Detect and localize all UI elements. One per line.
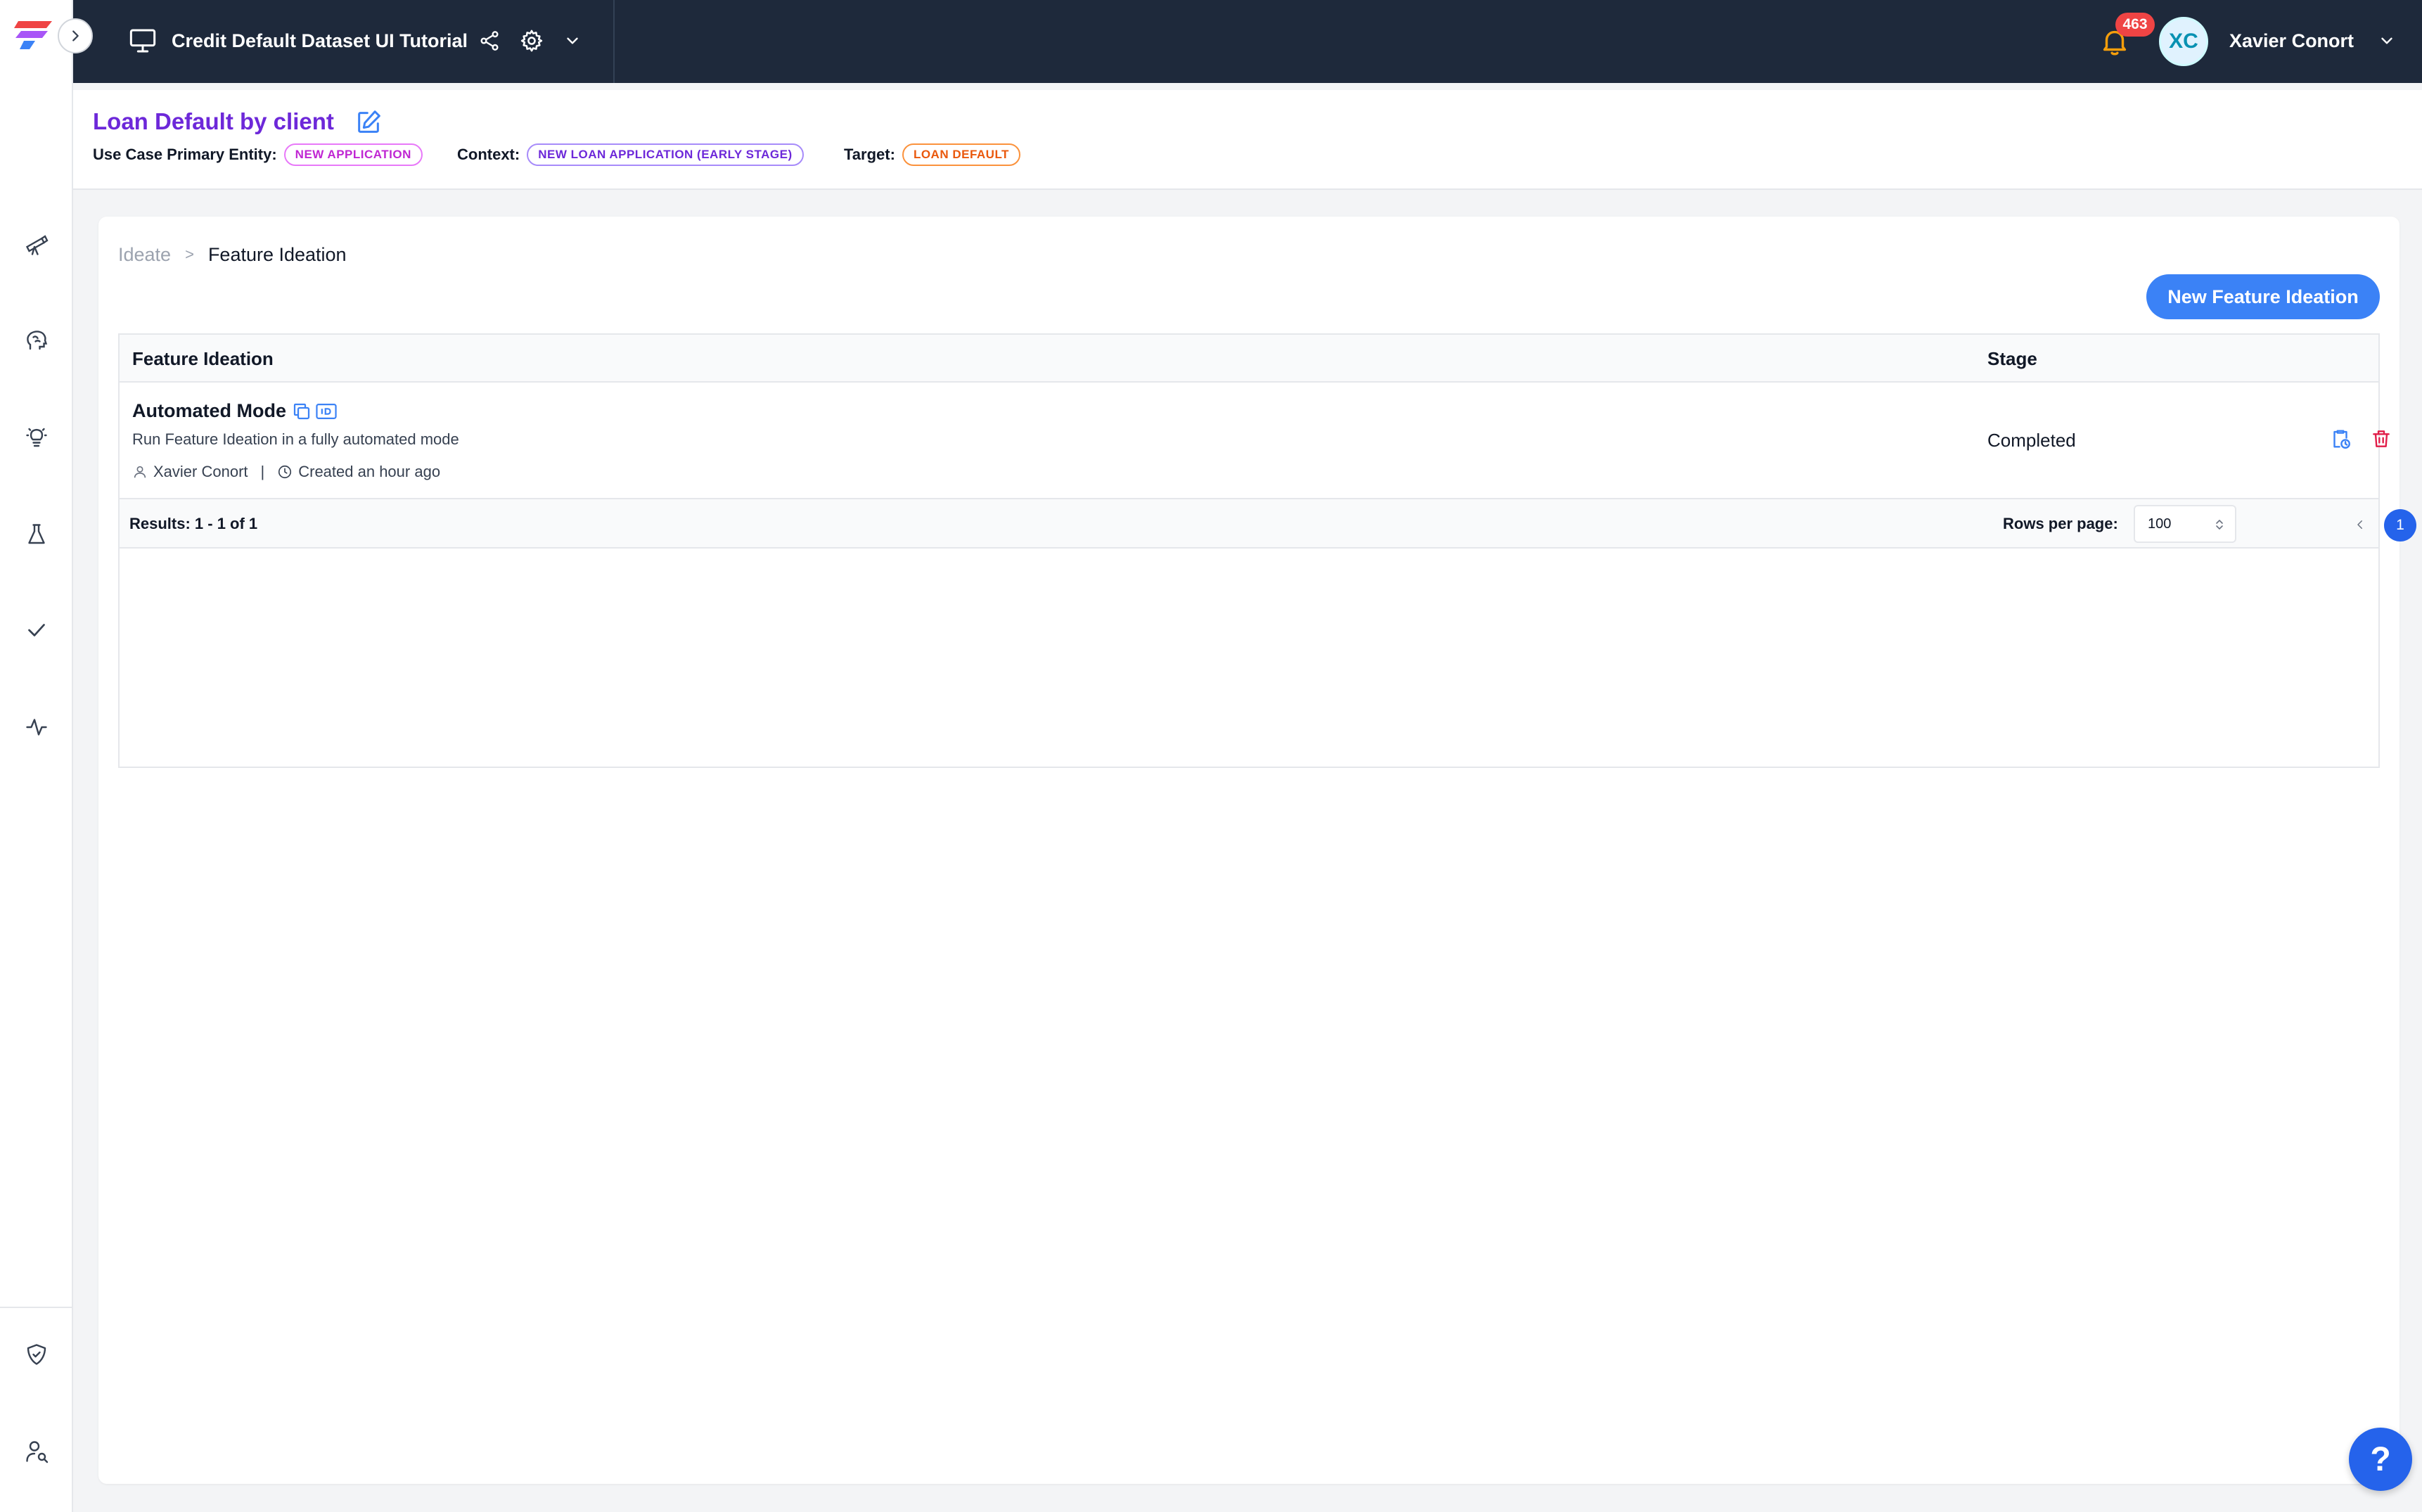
- lightbulb-icon: [26, 428, 47, 447]
- flask-icon: [28, 524, 45, 544]
- results-count: Results: 1 - 1 of 1: [129, 515, 258, 532]
- trash-icon: [2373, 430, 2390, 447]
- monitor-icon: [129, 29, 156, 53]
- chevron-down-icon: [2381, 37, 2392, 44]
- column-header-stage[interactable]: Stage: [1987, 347, 2037, 370]
- expand-sidebar-button[interactable]: [58, 18, 93, 53]
- ideation-name[interactable]: Automated Mode: [132, 397, 286, 425]
- clock-icon: [278, 465, 292, 479]
- view-report-button[interactable]: [2326, 425, 2354, 453]
- ideation-created: Created an hour ago: [298, 463, 441, 480]
- chevron-left-icon: [2357, 520, 2362, 529]
- table-row[interactable]: Automated Mode Run Feature Ideation in a…: [120, 383, 2390, 499]
- share-button[interactable]: [475, 27, 504, 55]
- content-card: Ideate > Feature Ideation New Feature Id…: [98, 217, 2416, 1484]
- ideation-stage: Completed: [1987, 430, 2076, 451]
- chevron-right-icon: [72, 30, 79, 41]
- pulse-icon: [26, 719, 47, 736]
- sidebar-item-monitor[interactable]: [0, 705, 73, 750]
- id-icon[interactable]: [315, 401, 338, 422]
- project-title[interactable]: Credit Default Dataset UI Tutorial: [172, 27, 468, 55]
- share-icon: [480, 31, 499, 51]
- sidebar-item-user-search[interactable]: [0, 1429, 73, 1474]
- sidebar-item-experiment[interactable]: [0, 512, 73, 557]
- rows-per-page-select[interactable]: 100: [2134, 505, 2236, 543]
- sidebar-item-security[interactable]: [0, 1332, 73, 1377]
- table-footer: Results: 1 - 1 of 1 Rows per page: 100 1: [120, 499, 2416, 549]
- rows-per-page-label: Rows per page:: [2003, 515, 2118, 532]
- use-case-title[interactable]: Loan Default by client: [93, 105, 334, 138]
- copy-icon[interactable]: [291, 401, 312, 422]
- target-label: Target:: [844, 146, 895, 163]
- context-meta: Context: NEW LOAN APPLICATION (EARLY STA…: [457, 142, 804, 167]
- delete-button[interactable]: [2367, 425, 2395, 453]
- user-search-icon: [26, 1441, 49, 1463]
- ideation-meta: Xavier Conort | Created an hour ago: [132, 461, 440, 482]
- notification-badge[interactable]: 463: [2115, 13, 2155, 37]
- project-switcher: Credit Default Dataset UI Tutorial: [73, 0, 615, 83]
- sidebar-item-ideate[interactable]: [0, 415, 73, 460]
- clipboard-clock-icon: [2333, 430, 2350, 449]
- breadcrumb-ideate[interactable]: Ideate: [118, 241, 171, 269]
- top-bar: Credit Default Dataset UI Tutorial 463 X…: [73, 0, 2422, 83]
- breadcrumb: Ideate > Feature Ideation: [118, 241, 347, 269]
- left-rail: [0, 0, 93, 1512]
- previous-page-button[interactable]: [2346, 511, 2374, 539]
- sidebar-item-observe[interactable]: [0, 222, 73, 267]
- rows-per-page-value: 100: [2148, 516, 2172, 532]
- use-case-header: Loan Default by client Use Case Primary …: [73, 90, 2422, 190]
- brain-icon: [27, 331, 48, 350]
- column-header-feature-ideation[interactable]: Feature Ideation: [132, 347, 274, 370]
- target-badge[interactable]: LOAN DEFAULT: [902, 143, 1020, 166]
- context-badge[interactable]: NEW LOAN APPLICATION (EARLY STAGE): [527, 143, 804, 166]
- gear-icon: [520, 30, 543, 52]
- primary-entity-label: Use Case Primary Entity:: [93, 146, 277, 163]
- user-name[interactable]: Xavier Conort: [2229, 27, 2354, 55]
- feature-ideation-table: Feature Ideation Stage Automated Mode Ru…: [118, 333, 2416, 768]
- chevron-down-icon: [567, 37, 578, 44]
- edit-icon[interactable]: [354, 108, 383, 136]
- user-menu-dropdown[interactable]: [2373, 27, 2401, 55]
- new-feature-ideation-button[interactable]: New Feature Ideation: [2146, 274, 2380, 319]
- primary-entity-meta: Use Case Primary Entity: NEW APPLICATION: [93, 142, 423, 167]
- sidebar-item-approve[interactable]: [0, 608, 73, 653]
- settings-button[interactable]: [518, 27, 546, 55]
- telescope-icon: [25, 235, 49, 255]
- breadcrumb-separator: >: [185, 245, 194, 263]
- select-arrows-icon: [2216, 520, 2223, 530]
- target-meta: Target: LOAN DEFAULT: [844, 142, 1020, 167]
- sidebar-item-formulate[interactable]: [0, 318, 73, 363]
- project-menu-dropdown[interactable]: [558, 27, 587, 55]
- sidebar-divider: [0, 1307, 73, 1308]
- check-icon: [28, 624, 45, 636]
- ideation-description: Run Feature Ideation in a fully automate…: [132, 430, 459, 448]
- app-logo-icon[interactable]: [14, 17, 56, 53]
- context-label: Context:: [457, 146, 520, 163]
- help-button[interactable]: ?: [2349, 1428, 2412, 1491]
- table-header: Feature Ideation Stage: [120, 335, 2378, 383]
- current-page-button[interactable]: 1: [2384, 509, 2416, 542]
- avatar[interactable]: XC: [2159, 17, 2208, 66]
- primary-entity-badge[interactable]: NEW APPLICATION: [283, 143, 423, 166]
- ideation-owner: Xavier Conort: [153, 463, 248, 480]
- meta-divider: |: [260, 463, 265, 480]
- user-icon: [134, 466, 146, 478]
- shield-icon: [27, 1344, 46, 1365]
- breadcrumb-current: Feature Ideation: [207, 244, 347, 265]
